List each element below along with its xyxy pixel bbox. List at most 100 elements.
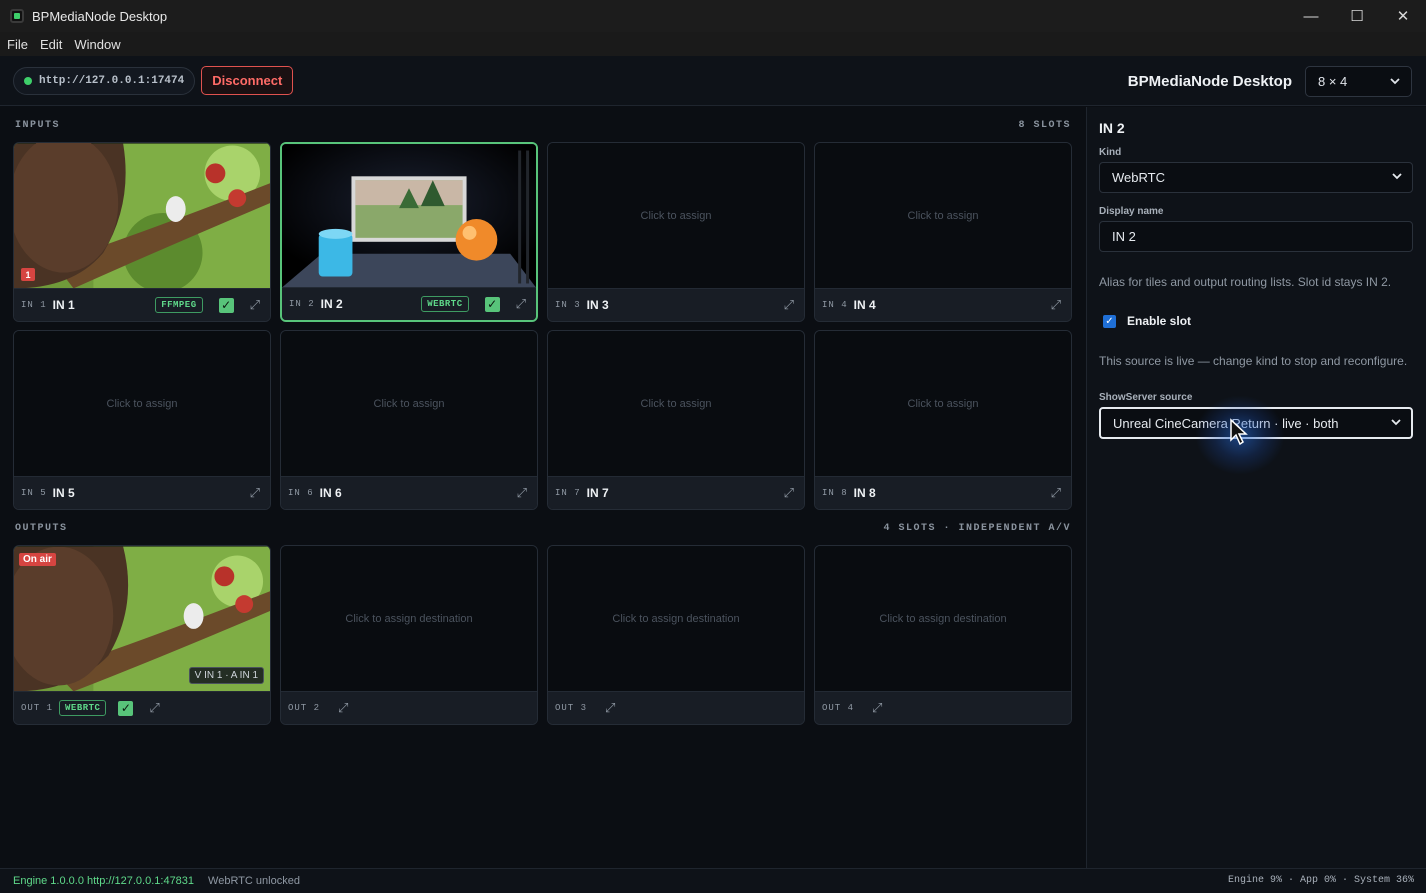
input-empty-5: Click to assign — [14, 331, 270, 477]
slot-id: IN 8 — [822, 488, 848, 498]
chevron-down-icon — [1390, 416, 1402, 431]
video-frame-image — [14, 143, 270, 289]
source-select[interactable]: Unreal CineCamera Return · live · both — [1099, 407, 1413, 439]
connection-status: http://127.0.0.1:17474 — [13, 66, 196, 95]
menu-window[interactable]: Window — [74, 37, 120, 52]
kind-select[interactable]: WebRTC — [1099, 162, 1413, 193]
maximize-icon[interactable]: ☐ — [1334, 0, 1380, 32]
tile-actions: ⤢ — [1051, 297, 1061, 313]
tile-actions: ⤢ — [250, 485, 260, 501]
output-empty-2: Click to assign destination — [281, 546, 537, 692]
close-icon[interactable]: ✕ — [1380, 0, 1426, 32]
expand-icon[interactable]: ⤢ — [517, 485, 527, 501]
disconnect-button[interactable]: Disconnect — [201, 66, 294, 95]
output-tile-1[interactable]: On air V IN 1 · A IN 1 OUT 1 WEBRTC ✓ ⤢ — [13, 545, 271, 725]
tile-actions: ⤢ — [784, 297, 794, 313]
slot-id: OUT 3 — [555, 703, 588, 713]
route-label: V IN 1 · A IN 1 — [188, 667, 264, 684]
input-tile-8[interactable]: Click to assign IN 8 IN 8 ⤢ — [814, 330, 1072, 510]
engine-status: Engine 1.0.0.0 http://127.0.0.1:47831 — [13, 875, 195, 887]
slot-name: IN 4 — [853, 298, 876, 312]
expand-icon[interactable]: ⤢ — [1051, 485, 1061, 501]
input-footer-6: IN 6 IN 6 ⤢ — [281, 476, 537, 509]
menu-edit[interactable]: Edit — [40, 37, 62, 52]
chevron-down-icon — [1389, 75, 1401, 90]
input-tile-6[interactable]: Click to assign IN 6 IN 6 ⤢ — [280, 330, 538, 510]
slot-name: IN 7 — [586, 486, 609, 500]
tile-actions: FFMPEG ✓ ⤢ — [155, 297, 260, 313]
output-footer-2: OUT 2 ⤢ — [281, 691, 537, 724]
slot-id: OUT 1 — [21, 703, 54, 713]
slot-id: IN 4 — [822, 300, 848, 310]
mouse-pointer-icon — [1230, 418, 1248, 446]
enable-slot-checkbox[interactable]: ✓ — [1103, 314, 1116, 328]
title-bar: BPMediaNode Desktop — ☐ ✕ — [0, 0, 1426, 32]
expand-icon[interactable]: ⤢ — [784, 485, 794, 501]
video-frame-image — [282, 144, 536, 288]
input-tile-7[interactable]: Click to assign IN 7 IN 7 ⤢ — [547, 330, 805, 510]
input-empty-4: Click to assign — [815, 143, 1071, 289]
input-footer-7: IN 7 IN 7 ⤢ — [548, 476, 804, 509]
outputs-label: OUTPUTS — [15, 523, 68, 534]
input-footer-8: IN 8 IN 8 ⤢ — [815, 476, 1071, 509]
kind-select-value: WebRTC — [1112, 170, 1165, 185]
input-footer-5: IN 5 IN 5 ⤢ — [14, 476, 270, 509]
input-footer-2: IN 2 IN 2 WEBRTC ✓ ⤢ — [282, 287, 536, 320]
input-footer-1: IN 1 IN 1 FFMPEG ✓ ⤢ — [14, 288, 270, 321]
enabled-check-icon[interactable]: ✓ — [118, 700, 134, 716]
slot-name: IN 2 — [320, 297, 343, 311]
expand-icon[interactable]: ⤢ — [605, 700, 615, 716]
slot-name: IN 8 — [853, 486, 876, 500]
window-title: BPMediaNode Desktop — [32, 8, 168, 24]
tile-actions: WEBRTC ✓ ⤢ — [421, 296, 526, 312]
expand-icon[interactable]: ⤢ — [250, 485, 260, 501]
input-empty-3: Click to assign — [548, 143, 804, 289]
expand-icon[interactable]: ⤢ — [872, 700, 882, 716]
enabled-check-icon[interactable]: ✓ — [218, 297, 234, 313]
connected-dot-icon — [24, 76, 32, 85]
minimize-icon[interactable]: — — [1288, 0, 1334, 32]
inputs-count: 8 SLOTS — [1018, 120, 1071, 131]
expand-icon[interactable]: ⤢ — [516, 296, 526, 312]
input-tile-5[interactable]: Click to assign IN 5 IN 5 ⤢ — [13, 330, 271, 510]
toolbar: http://127.0.0.1:17474 Disconnect BPMedi… — [0, 56, 1426, 106]
menu-file[interactable]: File — [7, 37, 28, 52]
expand-icon[interactable]: ⤢ — [784, 297, 794, 313]
display-name-input[interactable]: IN 2 — [1099, 221, 1413, 252]
layout-select-value: 8 × 4 — [1318, 74, 1348, 89]
server-url: http://127.0.0.1:17474 — [39, 74, 185, 87]
expand-icon[interactable]: ⤢ — [250, 297, 260, 313]
input-tile-4[interactable]: Click to assign IN 4 IN 4 ⤢ — [814, 142, 1072, 322]
layout-select[interactable]: 8 × 4 — [1305, 66, 1412, 97]
enabled-check-icon[interactable]: ✓ — [484, 296, 500, 312]
panel-title: IN 2 — [1099, 120, 1125, 136]
expand-icon[interactable]: ⤢ — [149, 700, 159, 716]
output-tile-2[interactable]: Click to assign destination OUT 2 ⤢ — [280, 545, 538, 725]
output-footer-3: OUT 3 ⤢ — [548, 691, 804, 724]
input-empty-8: Click to assign — [815, 331, 1071, 477]
output-empty-4: Click to assign destination — [815, 546, 1071, 692]
slot-id: OUT 4 — [822, 703, 855, 713]
on-air-badge: On air — [19, 553, 56, 566]
display-name-label: Display name — [1099, 206, 1164, 217]
kind-badge: WEBRTC — [59, 700, 107, 716]
slot-name: IN 3 — [586, 298, 609, 312]
outputs-count: 4 SLOTS · INDEPENDENT A/V — [883, 523, 1071, 534]
slot-name: IN 1 — [52, 298, 75, 312]
input-tile-1[interactable]: 1 IN 1 IN 1 FFMPEG ✓ ⤢ — [13, 142, 271, 322]
output-tile-3[interactable]: Click to assign destination OUT 3 ⤢ — [547, 545, 805, 725]
slot-id: IN 3 — [555, 300, 581, 310]
slot-id: IN 1 — [21, 300, 47, 310]
kind-badge: FFMPEG — [155, 297, 203, 313]
expand-icon[interactable]: ⤢ — [338, 700, 348, 716]
kind-label: Kind — [1099, 147, 1122, 158]
slot-name: IN 5 — [52, 486, 75, 500]
app-heading: BPMediaNode Desktop — [1127, 73, 1292, 90]
expand-icon[interactable]: ⤢ — [1051, 297, 1061, 313]
input-tile-2[interactable]: IN 2 IN 2 WEBRTC ✓ ⤢ — [280, 142, 538, 322]
inspector-panel: IN 2 Kind WebRTC Display name IN 2 Alias… — [1086, 107, 1426, 868]
enable-slot-row[interactable]: ✓ Enable slot — [1103, 314, 1191, 328]
output-tile-4[interactable]: Click to assign destination OUT 4 ⤢ — [814, 545, 1072, 725]
webrtc-status: WebRTC unlocked — [208, 875, 300, 887]
input-tile-3[interactable]: Click to assign IN 3 IN 3 ⤢ — [547, 142, 805, 322]
